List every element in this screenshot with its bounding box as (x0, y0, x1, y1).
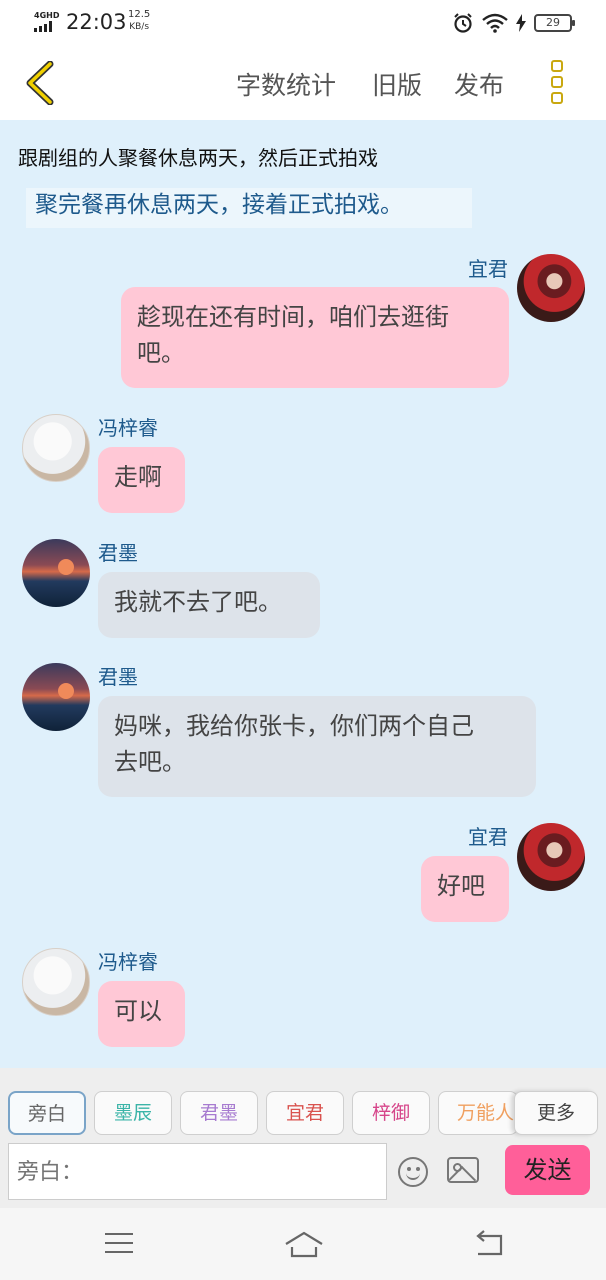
role-chip-label: 梓御 (371, 1102, 410, 1124)
message-line: 可以 (114, 997, 162, 1025)
role-chip-junmo[interactable]: 君墨 (180, 1091, 258, 1135)
charging-icon (516, 14, 526, 32)
menu-icon[interactable] (105, 1233, 133, 1253)
message-line: 妈咪，我给你张卡，你们两个自己 (114, 712, 474, 740)
message-line: 吧。 (137, 339, 185, 367)
narration-message[interactable]: 聚完餐再休息两天，接着正式拍戏。 (26, 188, 472, 228)
network-speed-value: 12.5 (128, 9, 151, 20)
back-arrow-icon[interactable] (22, 61, 58, 105)
sender-name: 冯梓睿 (98, 416, 158, 440)
role-chip-label: 墨辰 (113, 1102, 152, 1124)
message-bubble[interactable]: 好吧 (421, 856, 509, 922)
avatar[interactable] (517, 823, 585, 891)
role-chip-label: 万能人 (457, 1102, 515, 1124)
word-count-button[interactable]: 字数统计 (236, 66, 336, 102)
message-input[interactable] (17, 1160, 386, 1185)
clock: 22:03 (66, 10, 127, 34)
message-line: 好吧 (437, 872, 485, 900)
old-version-button[interactable]: 旧版 (372, 66, 422, 102)
role-chip-narration[interactable]: 旁白 (8, 1091, 86, 1135)
message-input-box[interactable] (8, 1143, 387, 1200)
avatar[interactable] (22, 414, 90, 482)
network-speed-unit: KB/s (129, 22, 150, 32)
more-roles-button[interactable]: 更多 (514, 1091, 598, 1135)
message-line: 去吧。 (114, 748, 186, 776)
avatar[interactable] (22, 663, 90, 731)
status-icons: 29 (452, 12, 575, 34)
role-chip-ziyu[interactable]: 梓御 (352, 1091, 430, 1135)
composer-panel: 旁白 墨辰 君墨 宜君 梓御 万能人 更多 发送 (0, 1068, 606, 1208)
image-icon[interactable] (447, 1157, 479, 1183)
sender-name: 君墨 (98, 665, 138, 689)
app-header: 字数统计 旧版 发布 (0, 44, 606, 120)
avatar[interactable] (22, 539, 90, 607)
role-chip-label: 旁白 (27, 1103, 66, 1125)
message-bubble[interactable]: 可以 (98, 981, 185, 1047)
message-line: 走啊 (114, 463, 162, 491)
emoji-icon[interactable] (398, 1157, 428, 1187)
signal-icon (34, 21, 52, 32)
narration-text: 跟剧组的人聚餐休息两天，然后正式拍戏 (18, 146, 378, 170)
send-button[interactable]: 发送 (505, 1145, 590, 1195)
network-type: 4GHD (34, 11, 60, 20)
status-bar: 4GHD 22:03 12.5 KB/s 29 (0, 0, 606, 44)
role-chip-label: 宜君 (285, 1102, 324, 1124)
sender-name: 冯梓睿 (98, 950, 158, 974)
message-line: 趁现在还有时间，咱们去逛街 (137, 303, 449, 331)
message-bubble[interactable]: 妈咪，我给你张卡，你们两个自己 去吧。 (98, 696, 536, 797)
sender-name: 宜君 (468, 825, 508, 849)
chat-area: 跟剧组的人聚餐休息两天，然后正式拍戏 聚完餐再休息两天，接着正式拍戏。 宜君 趁… (0, 120, 606, 1068)
wifi-icon (482, 13, 508, 33)
home-icon[interactable] (284, 1230, 324, 1258)
more-options-icon[interactable] (551, 60, 565, 104)
message-bubble[interactable]: 我就不去了吧。 (98, 572, 320, 638)
role-chip-wanneng[interactable]: 万能人 (438, 1091, 518, 1135)
message-bubble[interactable]: 趁现在还有时间，咱们去逛街 吧。 (121, 287, 509, 388)
sender-name: 君墨 (98, 541, 138, 565)
publish-button[interactable]: 发布 (454, 66, 504, 102)
message-line: 我就不去了吧。 (114, 588, 282, 616)
battery-icon: 29 (534, 14, 575, 32)
role-chip-mochen[interactable]: 墨辰 (94, 1091, 172, 1135)
role-chip-yijun[interactable]: 宜君 (266, 1091, 344, 1135)
avatar[interactable] (22, 948, 90, 1016)
message-bubble[interactable]: 走啊 (98, 447, 185, 513)
navigation-bar (0, 1208, 606, 1280)
sender-name: 宜君 (468, 257, 508, 281)
network-speed: 12.5 KB/s (128, 9, 150, 33)
role-chip-label: 君墨 (199, 1102, 238, 1124)
alarm-icon (454, 13, 472, 33)
avatar[interactable] (517, 254, 585, 322)
back-icon[interactable] (472, 1230, 504, 1258)
